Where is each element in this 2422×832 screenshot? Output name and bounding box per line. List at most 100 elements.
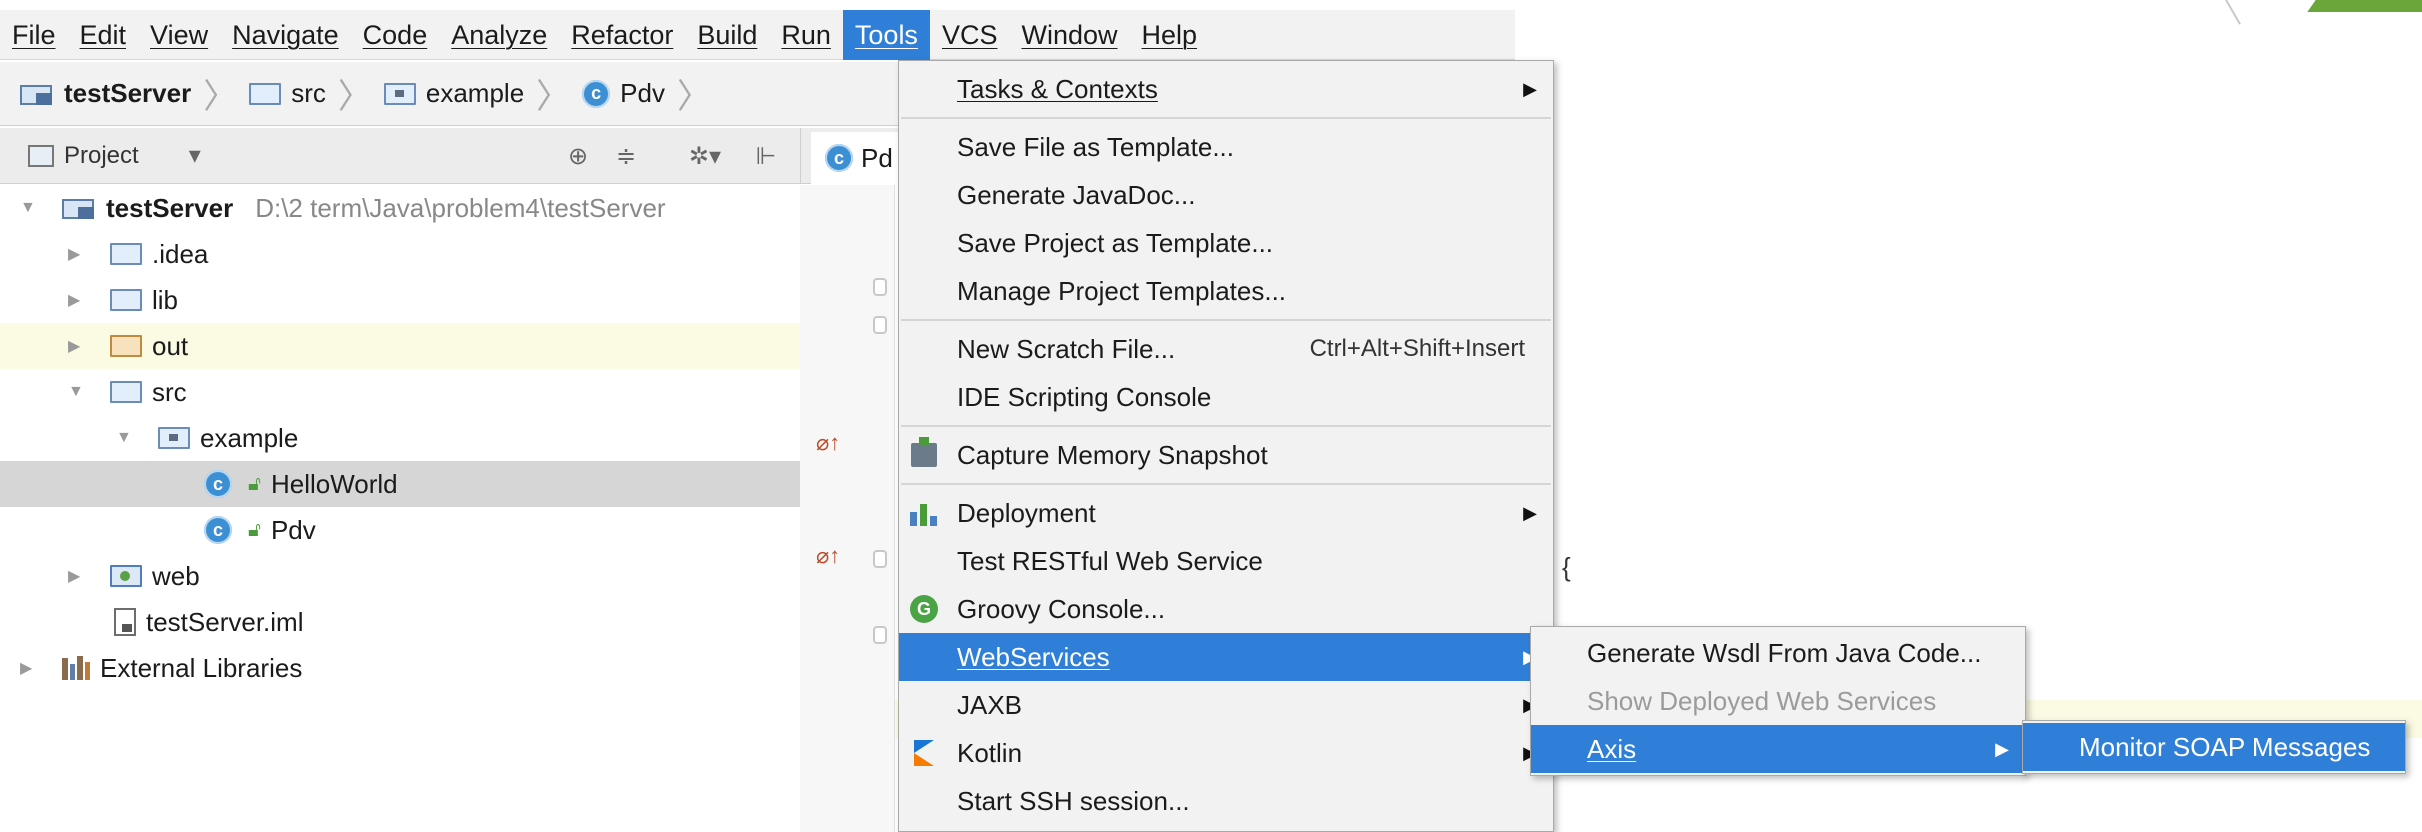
- menu-build[interactable]: Build: [685, 10, 769, 60]
- chevron-right-icon: 〉: [536, 78, 571, 116]
- project-folder-icon: [62, 196, 96, 220]
- menu-run[interactable]: Run: [769, 10, 843, 60]
- breadcrumb-item-src[interactable]: src: [249, 78, 326, 109]
- collapsed-arrow-icon[interactable]: ▶: [68, 290, 80, 310]
- fold-marker-icon[interactable]: [873, 626, 887, 644]
- expanded-arrow-icon[interactable]: ▼: [68, 383, 84, 401]
- menu-item-groovy-console[interactable]: G Groovy Console...: [899, 585, 1553, 633]
- menu-refactor[interactable]: Refactor: [559, 10, 685, 60]
- menu-item-tasks-contexts[interactable]: Tasks & Contexts ▶: [899, 65, 1553, 113]
- menu-analyze[interactable]: Analyze: [439, 10, 559, 60]
- groovy-icon: G: [909, 594, 939, 624]
- menu-code[interactable]: Code: [351, 10, 440, 60]
- tree-node-root[interactable]: ▼ testServer D:\2 term\Java\problem4\tes…: [0, 185, 800, 231]
- tree-node-label: testServer.iml: [146, 606, 304, 637]
- breadcrumb-item-project[interactable]: testServer: [20, 78, 191, 109]
- kotlin-icon: [909, 738, 939, 768]
- locate-icon[interactable]: ⊕: [560, 138, 596, 174]
- menu-item-deployment[interactable]: Deployment ▶: [899, 489, 1553, 537]
- menu-item-capture-memory-snapshot[interactable]: Capture Memory Snapshot: [899, 431, 1553, 479]
- collapsed-arrow-icon[interactable]: ▶: [68, 244, 80, 264]
- menu-tools[interactable]: Tools: [842, 9, 930, 60]
- editor-tab-label: Pd: [861, 142, 893, 173]
- menu-bar: File Edit View Navigate Code Analyze Ref…: [0, 9, 1515, 60]
- fold-marker-icon[interactable]: [873, 316, 887, 334]
- lock-icon: 🔓︎: [248, 518, 261, 541]
- menu-item-test-restful-web-service[interactable]: Test RESTful Web Service: [899, 537, 1553, 585]
- tools-menu: Tasks & Contexts ▶ Save File as Template…: [898, 60, 1554, 832]
- tree-node-pdv[interactable]: c 🔓︎ Pdv: [0, 507, 800, 553]
- menu-window[interactable]: Window: [1009, 10, 1129, 60]
- tree-node-iml[interactable]: testServer.iml: [0, 599, 800, 645]
- menu-view[interactable]: View: [138, 10, 220, 60]
- chevron-down-icon: ▾: [188, 142, 201, 169]
- menu-item-save-project-as-template[interactable]: Save Project as Template...: [899, 219, 1553, 267]
- tree-node-label: example: [200, 422, 299, 453]
- tree-node-web[interactable]: ▶ web: [0, 553, 800, 599]
- menu-item-show-deployed-web-services: Show Deployed Web Services: [1587, 685, 1937, 716]
- menu-item-save-file-as-template[interactable]: Save File as Template...: [899, 123, 1553, 171]
- project-tree: ▼ testServer D:\2 term\Java\problem4\tes…: [0, 185, 800, 832]
- tree-node-label: External Libraries: [100, 652, 303, 683]
- project-view-selector[interactable]: Project ▾: [28, 141, 201, 170]
- axis-submenu: Monitor SOAP Messages: [2022, 720, 2406, 774]
- override-marker-icon[interactable]: ⌀↑: [816, 543, 840, 569]
- tree-node-example[interactable]: ▼ example: [0, 415, 800, 461]
- breadcrumb-label: example: [425, 78, 525, 108]
- menu-item-jaxb[interactable]: JAXB ▶: [899, 681, 1553, 729]
- menu-help[interactable]: Help: [1130, 10, 1210, 60]
- project-panel-title: Project: [64, 141, 139, 169]
- lock-icon: 🔓︎: [248, 472, 261, 495]
- expanded-arrow-icon[interactable]: ▼: [116, 429, 132, 447]
- menu-item-generate-javadoc[interactable]: Generate JavaDoc...: [899, 171, 1553, 219]
- project-view-icon: [28, 144, 54, 167]
- tree-node-helloworld[interactable]: c 🔓︎ HelloWorld: [0, 461, 800, 507]
- tree-node-label: src: [152, 376, 187, 407]
- module-file-icon: [114, 608, 136, 636]
- submenu-arrow-icon: ▶: [1523, 78, 1537, 99]
- menu-item-axis[interactable]: Axis ▶: [1531, 725, 2025, 773]
- override-marker-icon[interactable]: ⌀↑: [816, 430, 840, 456]
- class-icon: c: [825, 144, 853, 172]
- folder-icon: [110, 289, 142, 311]
- fold-marker-icon[interactable]: [873, 550, 887, 568]
- tree-node-label: HelloWorld: [270, 468, 398, 499]
- tree-node-external-libraries[interactable]: ▶ External Libraries: [0, 645, 800, 691]
- collapsed-arrow-icon[interactable]: ▶: [68, 566, 80, 586]
- menu-item-monitor-soap-messages[interactable]: Monitor SOAP Messages: [2023, 723, 2405, 771]
- tree-node-label: .idea: [152, 238, 209, 269]
- menu-separator: [901, 117, 1551, 119]
- menu-item-manage-project-templates[interactable]: Manage Project Templates...: [899, 267, 1553, 315]
- hide-panel-icon[interactable]: ⊩: [748, 138, 784, 174]
- menu-navigate[interactable]: Navigate: [220, 10, 351, 60]
- class-icon: c: [582, 79, 611, 108]
- menu-item-start-ssh-session[interactable]: Start SSH session...: [899, 777, 1553, 825]
- gear-icon[interactable]: ✲▾: [680, 138, 730, 174]
- menu-item-generate-wsdl[interactable]: Generate Wsdl From Java Code...: [1531, 629, 2025, 677]
- collapse-all-icon[interactable]: ≑: [608, 138, 644, 174]
- tree-node-label: lib: [152, 284, 179, 315]
- folder-icon: [110, 243, 142, 265]
- slide-decoration-line: [2225, 0, 2241, 25]
- menu-item-new-scratch-file[interactable]: New Scratch File... Ctrl+Alt+Shift+Inser…: [899, 325, 1553, 373]
- library-icon: [62, 656, 90, 680]
- folder-icon: [249, 82, 282, 105]
- breadcrumb-item-pdv[interactable]: c Pdv: [582, 78, 665, 109]
- menu-edit[interactable]: Edit: [68, 10, 139, 60]
- menu-item-kotlin[interactable]: Kotlin ▶: [899, 729, 1553, 777]
- collapsed-arrow-icon[interactable]: ▶: [68, 336, 80, 356]
- tree-node-src[interactable]: ▼ src: [0, 369, 800, 415]
- menu-vcs[interactable]: VCS: [930, 10, 1010, 60]
- breadcrumb-item-example[interactable]: example: [383, 78, 525, 109]
- menu-item-webservices[interactable]: WebServices ▶: [899, 633, 1553, 681]
- expanded-arrow-icon[interactable]: ▼: [20, 199, 36, 217]
- menu-file[interactable]: File: [0, 10, 68, 60]
- menu-item-ide-scripting-console[interactable]: IDE Scripting Console: [899, 373, 1553, 421]
- fold-marker-icon[interactable]: [873, 278, 887, 296]
- tree-node-idea[interactable]: ▶ .idea: [0, 231, 800, 277]
- tree-node-out[interactable]: ▶ out: [0, 323, 800, 369]
- chevron-right-icon: 〉: [203, 78, 238, 116]
- collapsed-arrow-icon[interactable]: ▶: [20, 658, 32, 678]
- tree-node-lib[interactable]: ▶ lib: [0, 277, 800, 323]
- memory-snapshot-icon: [909, 437, 939, 470]
